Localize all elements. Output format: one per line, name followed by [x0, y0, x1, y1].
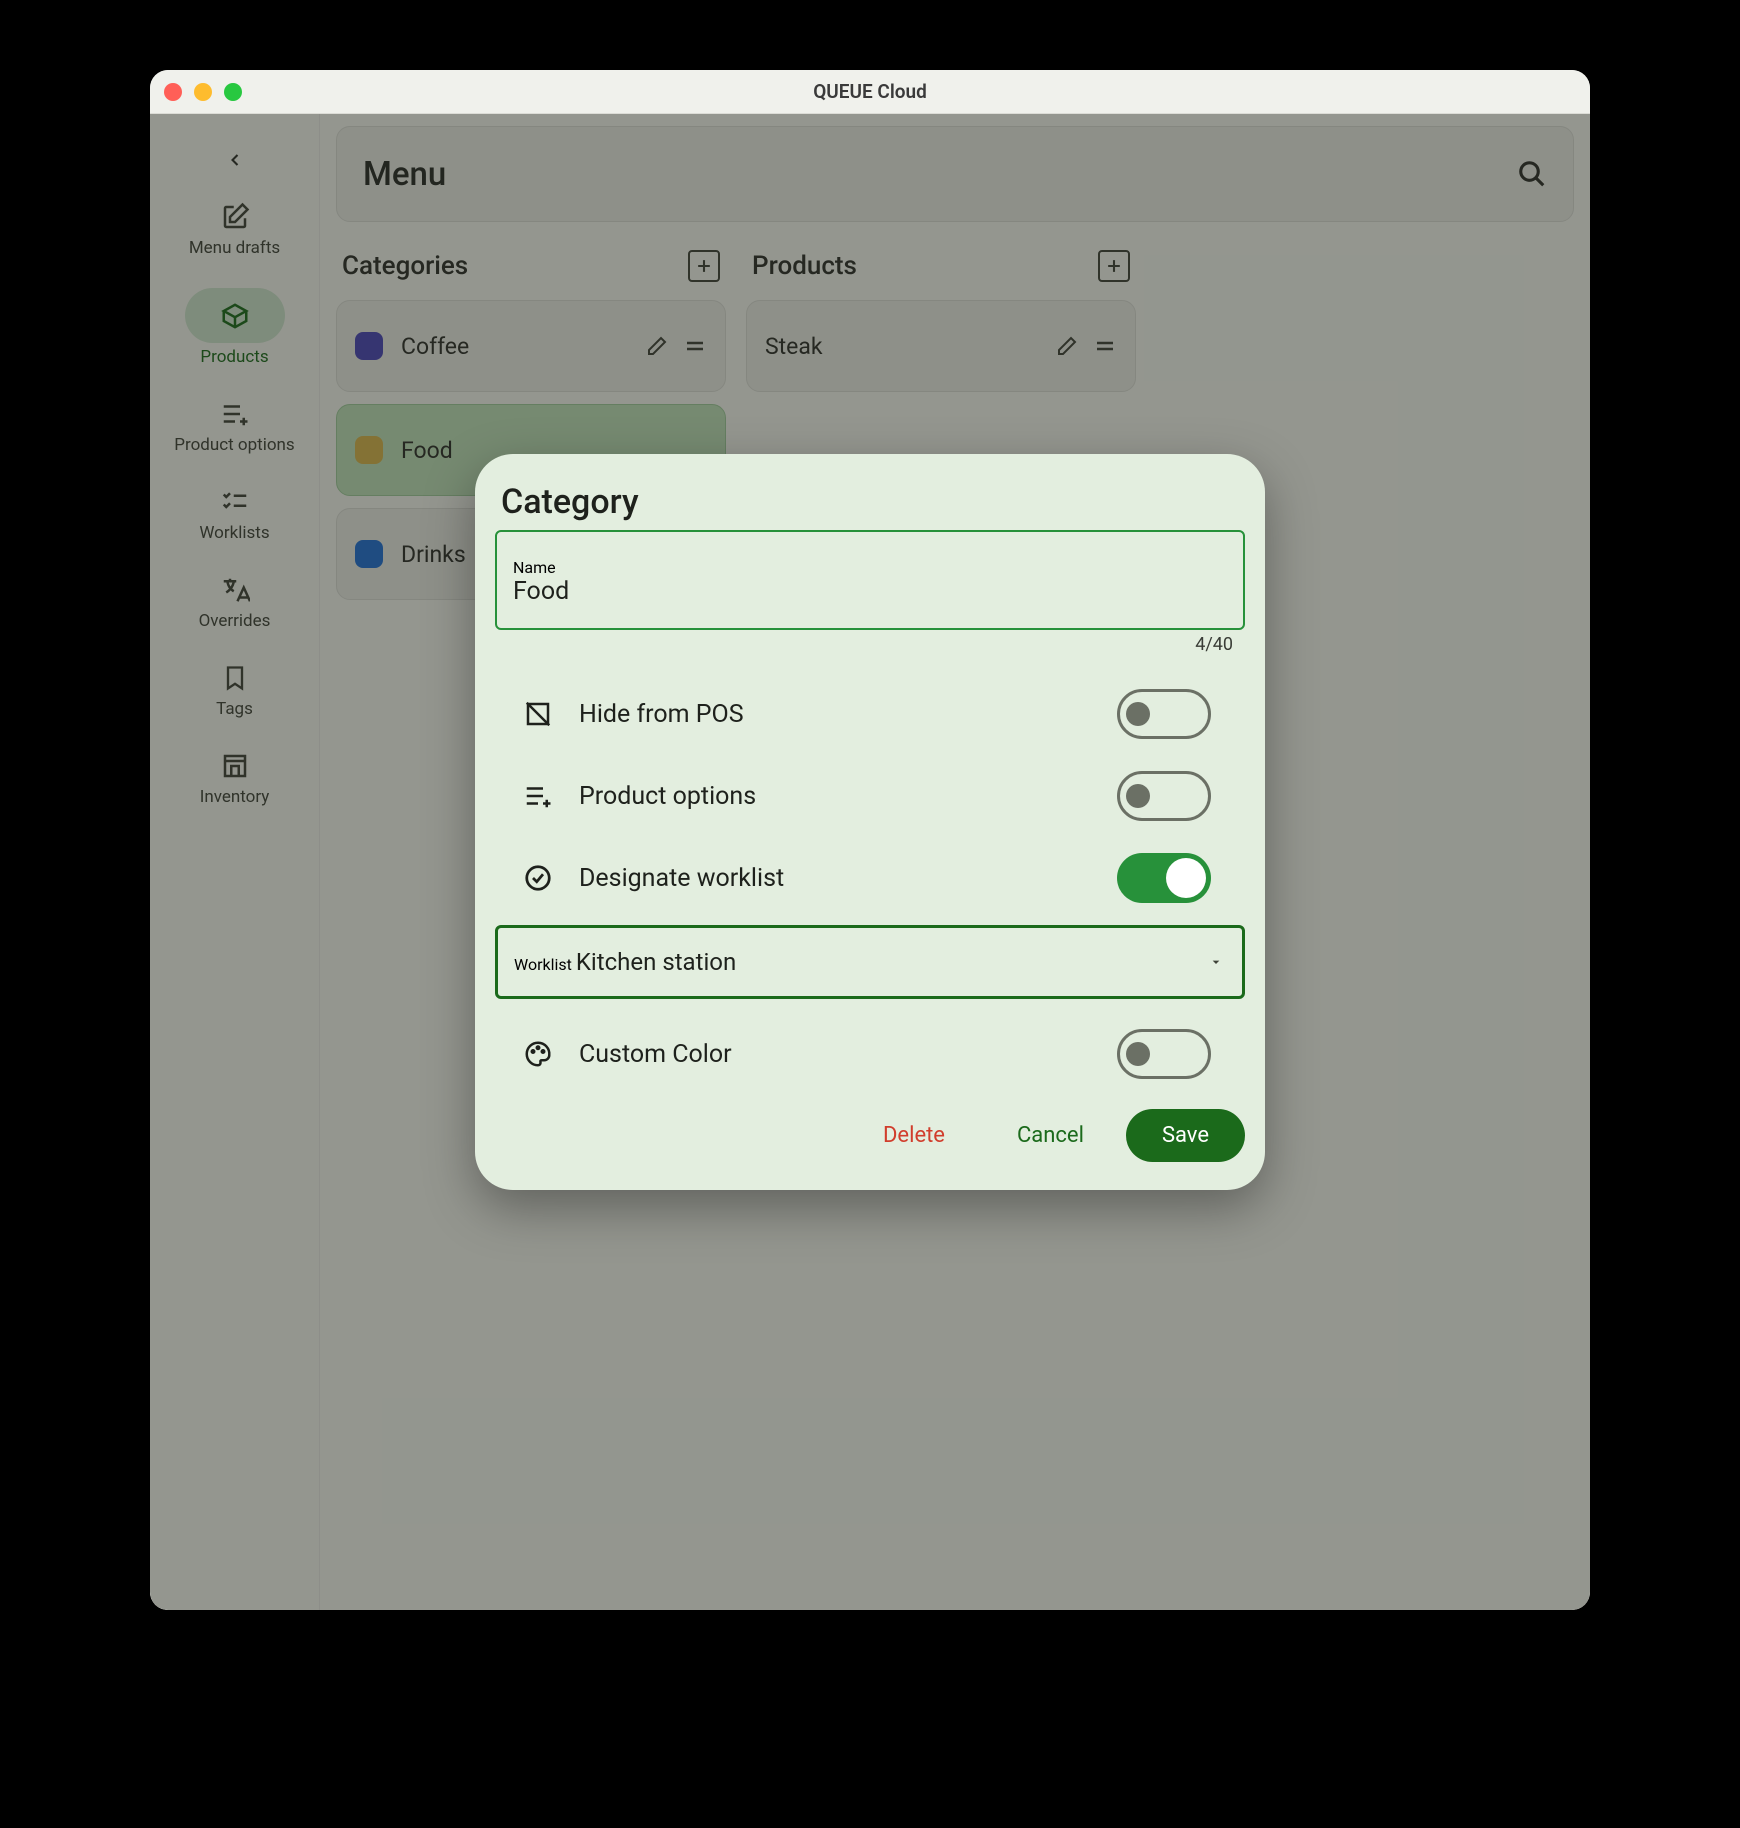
- name-field-label: Name: [513, 558, 556, 577]
- option-label: Product options: [579, 782, 1093, 811]
- option-hide-from-pos: Hide from POS: [495, 673, 1245, 755]
- palette-icon: [521, 1039, 555, 1069]
- custom-color-toggle[interactable]: [1117, 1029, 1211, 1079]
- option-custom-color: Custom Color: [495, 1013, 1245, 1095]
- category-modal: Category Name 4/40 Hide from POS: [475, 454, 1265, 1190]
- maximize-window-button[interactable]: [224, 83, 242, 101]
- name-field[interactable]: Name: [495, 530, 1245, 630]
- designate-worklist-toggle[interactable]: [1117, 853, 1211, 903]
- option-label: Hide from POS: [579, 700, 1093, 729]
- name-counter: 4/40: [495, 634, 1245, 655]
- delete-button[interactable]: Delete: [853, 1109, 975, 1162]
- app-window: QUEUE Cloud Menu drafts Products: [150, 70, 1590, 1610]
- minimize-window-button[interactable]: [194, 83, 212, 101]
- option-label: Custom Color: [579, 1040, 1093, 1069]
- product-options-toggle[interactable]: [1117, 771, 1211, 821]
- traffic-lights: [164, 83, 242, 101]
- name-input[interactable]: [513, 577, 1227, 606]
- option-designate-worklist: Designate worklist: [495, 837, 1245, 919]
- list-plus-icon: [521, 781, 555, 811]
- titlebar: QUEUE Cloud: [150, 70, 1590, 114]
- worklist-select[interactable]: Worklist Kitchen station: [495, 925, 1245, 999]
- option-label: Designate worklist: [579, 864, 1093, 893]
- check-circle-icon: [521, 863, 555, 893]
- close-window-button[interactable]: [164, 83, 182, 101]
- cancel-button[interactable]: Cancel: [987, 1109, 1114, 1162]
- worklist-select-label: Worklist: [514, 955, 572, 974]
- modal-overlay[interactable]: Category Name 4/40 Hide from POS: [150, 114, 1590, 1610]
- app-body: Menu drafts Products Product options Wor…: [150, 114, 1590, 1610]
- chevron-down-icon: [1208, 954, 1224, 970]
- window-title: QUEUE Cloud: [150, 80, 1590, 103]
- option-product-options: Product options: [495, 755, 1245, 837]
- modal-buttons: Delete Cancel Save: [475, 1095, 1265, 1162]
- save-button[interactable]: Save: [1126, 1109, 1245, 1162]
- modal-title: Category: [495, 482, 1245, 522]
- hide-icon: [521, 699, 555, 729]
- worklist-value: Kitchen station: [576, 948, 736, 976]
- hide-pos-toggle[interactable]: [1117, 689, 1211, 739]
